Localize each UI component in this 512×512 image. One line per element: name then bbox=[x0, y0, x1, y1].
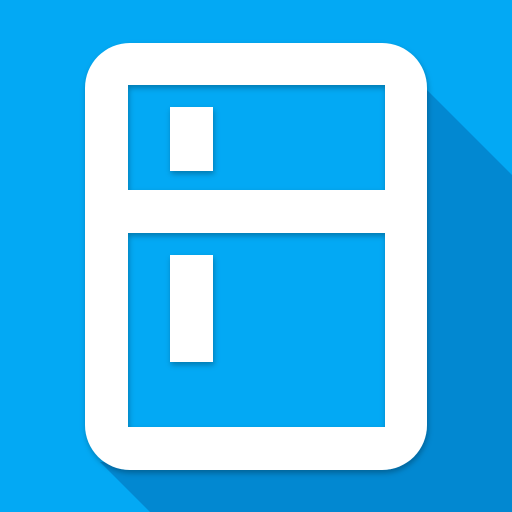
app-icon-tile bbox=[0, 0, 512, 512]
fridge-handle bbox=[170, 255, 213, 362]
refrigerator-icon bbox=[0, 0, 512, 512]
freezer-handle bbox=[170, 107, 213, 171]
